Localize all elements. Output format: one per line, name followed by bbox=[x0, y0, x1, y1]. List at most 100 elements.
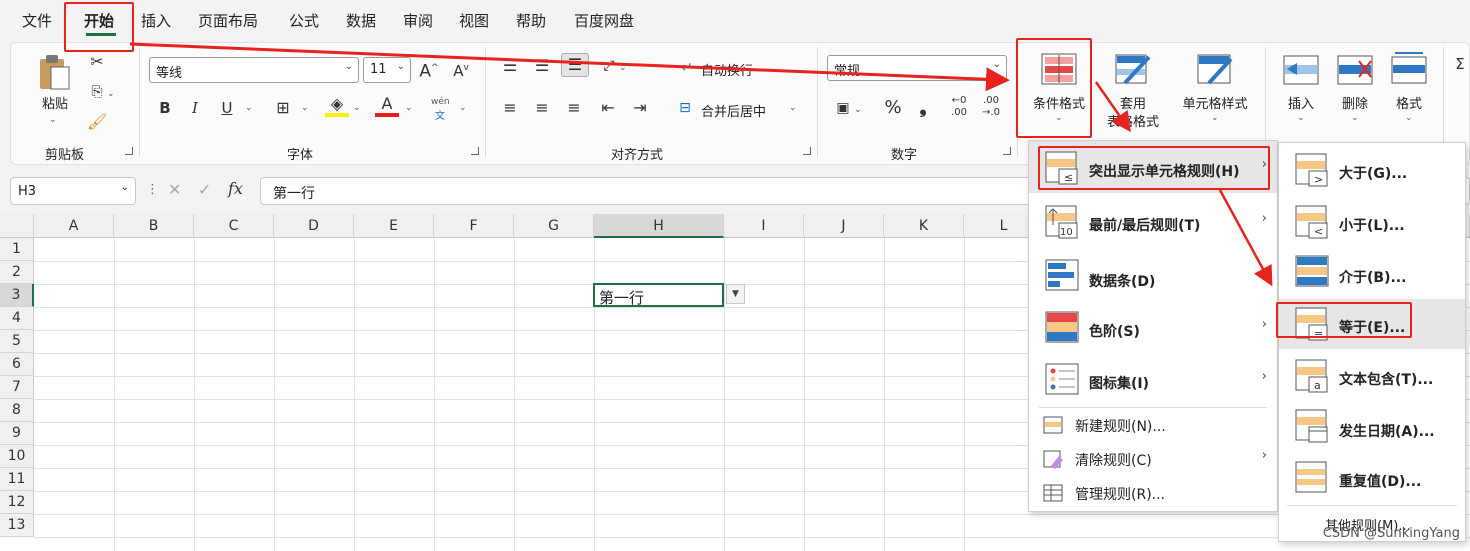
align-left-icon[interactable]: ≡ bbox=[499, 97, 521, 121]
cell-styles-button[interactable]: 单元格样式 bbox=[1175, 93, 1255, 112]
name-box[interactable]: H3 ⌄ bbox=[10, 177, 136, 205]
row-header[interactable]: 7 bbox=[0, 376, 34, 399]
comma-style-button[interactable]: ❟ bbox=[913, 97, 933, 121]
cell-styles-icon[interactable] bbox=[1197, 53, 1233, 87]
menu-item-new-rule[interactable]: 新建规则(N)... bbox=[1029, 409, 1277, 443]
underline-button[interactable]: U bbox=[217, 97, 237, 121]
font-launcher-icon[interactable] bbox=[471, 147, 479, 155]
tab-baidu-netdisk[interactable]: 百度网盘 bbox=[574, 10, 634, 31]
cancel-icon[interactable]: ✕ bbox=[168, 180, 181, 199]
orientation-icon[interactable]: ⤢ ⌄ bbox=[595, 55, 635, 79]
cell-styles-dropdown-icon[interactable]: ⌄ bbox=[1211, 113, 1219, 123]
column-header[interactable]: H bbox=[594, 214, 724, 238]
delete-cells-button[interactable]: 删除 bbox=[1335, 93, 1375, 112]
increase-indent-icon[interactable]: ⇥ bbox=[629, 97, 651, 121]
percent-style-button[interactable]: % bbox=[881, 97, 905, 121]
more-options-icon[interactable]: ⋮ bbox=[146, 182, 159, 197]
column-header[interactable]: I bbox=[724, 214, 804, 238]
phonetic-icon[interactable]: wén bbox=[431, 97, 450, 107]
tab-formulas[interactable]: 公式 bbox=[289, 10, 319, 31]
paste-icon[interactable] bbox=[37, 53, 71, 91]
column-header[interactable]: A bbox=[34, 214, 114, 238]
underline-dropdown-icon[interactable]: ⌄ bbox=[245, 97, 253, 121]
tab-file[interactable]: 文件 bbox=[22, 10, 52, 31]
enter-icon[interactable]: ✓ bbox=[198, 180, 211, 199]
format-dropdown-icon[interactable]: ⌄ bbox=[1405, 113, 1413, 123]
tab-view[interactable]: 视图 bbox=[459, 10, 489, 31]
row-header[interactable]: 8 bbox=[0, 399, 34, 422]
tab-review[interactable]: 审阅 bbox=[403, 10, 433, 31]
increase-decimal-icon[interactable]: ←0.00 bbox=[945, 95, 973, 119]
column-header[interactable]: C bbox=[194, 214, 274, 238]
select-all-corner[interactable] bbox=[0, 214, 34, 238]
tab-insert[interactable]: 插入 bbox=[141, 10, 171, 31]
row-header[interactable]: 1 bbox=[0, 238, 34, 261]
insert-cells-button[interactable]: 插入 bbox=[1281, 93, 1321, 112]
phonetic-dropdown-icon[interactable]: ⌄ bbox=[459, 97, 467, 121]
menu-item-manage-rules[interactable]: 管理规则(R)... bbox=[1029, 477, 1277, 511]
format-cells-button[interactable]: 格式 bbox=[1389, 93, 1429, 112]
row-header[interactable]: 5 bbox=[0, 330, 34, 353]
row-header[interactable]: 2 bbox=[0, 261, 34, 284]
autosum-icon[interactable]: Σ bbox=[1451, 53, 1469, 77]
font-color-icon[interactable]: A bbox=[375, 93, 399, 117]
submenu-item-less-than[interactable]: < 小于(L)... bbox=[1279, 197, 1465, 247]
column-header[interactable]: J bbox=[804, 214, 884, 238]
decrease-indent-icon[interactable]: ⇤ bbox=[597, 97, 619, 121]
align-bottom-icon[interactable]: ☰ bbox=[561, 53, 589, 77]
insert-cells-icon[interactable] bbox=[1283, 55, 1319, 85]
row-header[interactable]: 12 bbox=[0, 491, 34, 514]
increase-font-icon[interactable]: A^ bbox=[417, 57, 441, 82]
align-right-icon[interactable]: ≡ bbox=[563, 97, 585, 121]
number-format-select[interactable]: 常规 ⌄ bbox=[827, 55, 1007, 81]
format-as-table-icon[interactable] bbox=[1115, 53, 1151, 87]
cut-icon[interactable]: ✂ bbox=[85, 51, 109, 75]
column-header[interactable]: K bbox=[884, 214, 964, 238]
column-header[interactable]: E bbox=[354, 214, 434, 238]
row-header[interactable]: 6 bbox=[0, 353, 34, 376]
cell-dropdown-icon[interactable]: ▼ bbox=[726, 284, 745, 304]
wrap-text-button[interactable]: 自动换行 bbox=[701, 60, 753, 79]
alignment-launcher-icon[interactable] bbox=[803, 147, 811, 155]
menu-item-clear-rules[interactable]: 清除规则(C) › bbox=[1029, 443, 1277, 477]
row-header[interactable]: 9 bbox=[0, 422, 34, 445]
delete-dropdown-icon[interactable]: ⌄ bbox=[1351, 113, 1359, 123]
wrap-text-icon[interactable]: ↵ bbox=[677, 57, 697, 81]
active-cell-h3[interactable]: 第一行 bbox=[593, 283, 724, 307]
align-top-icon[interactable]: ☰ bbox=[499, 55, 521, 79]
row-header[interactable]: 3 bbox=[0, 284, 34, 307]
align-center-icon[interactable]: ≡ bbox=[531, 97, 553, 121]
format-as-table-line1[interactable]: 套用 bbox=[1111, 93, 1155, 112]
copy-icon[interactable]: ⎘ ⌄ bbox=[83, 81, 123, 105]
row-header[interactable]: 4 bbox=[0, 307, 34, 330]
tab-data[interactable]: 数据 bbox=[346, 10, 376, 31]
submenu-item-duplicate-values[interactable]: 重复值(D)... bbox=[1279, 453, 1465, 503]
fill-color-icon[interactable]: ◈ bbox=[325, 93, 349, 117]
menu-item-top-bottom-rules[interactable]: 10 最前/最后规则(T) › bbox=[1029, 197, 1277, 247]
merge-center-icon[interactable]: ⊟ bbox=[675, 97, 695, 121]
row-header[interactable]: 10 bbox=[0, 445, 34, 468]
column-header[interactable]: D bbox=[274, 214, 354, 238]
border-dropdown-icon[interactable]: ⌄ bbox=[301, 97, 309, 121]
format-as-table-button[interactable]: 表格格式 bbox=[1095, 111, 1171, 130]
menu-item-icon-sets[interactable]: 图标集(I) › bbox=[1029, 355, 1277, 405]
border-icon[interactable]: ⊞ bbox=[271, 97, 295, 121]
align-middle-icon[interactable]: ☰ bbox=[531, 55, 553, 79]
number-launcher-icon[interactable] bbox=[1003, 147, 1011, 155]
clipboard-launcher-icon[interactable] bbox=[125, 147, 133, 155]
font-size-select[interactable]: 11 ⌄ bbox=[363, 57, 411, 83]
accounting-format-icon[interactable]: ▣ ⌄ bbox=[829, 97, 869, 121]
submenu-item-date-occurring[interactable]: 发生日期(A)... bbox=[1279, 401, 1465, 453]
submenu-item-between[interactable]: 介于(B)... bbox=[1279, 247, 1465, 299]
italic-button[interactable]: I bbox=[185, 97, 205, 121]
insert-function-button[interactable]: fx bbox=[228, 179, 243, 198]
tab-help[interactable]: 帮助 bbox=[516, 10, 546, 31]
submenu-item-text-contains[interactable]: a 文本包含(T)... bbox=[1279, 351, 1465, 401]
merge-center-button[interactable]: 合并后居中 bbox=[701, 101, 766, 120]
paste-dropdown-icon[interactable]: ⌄ bbox=[49, 115, 57, 125]
fill-color-dropdown-icon[interactable]: ⌄ bbox=[353, 97, 361, 121]
font-name-select[interactable]: 等线 ⌄ bbox=[149, 57, 359, 83]
insert-dropdown-icon[interactable]: ⌄ bbox=[1297, 113, 1305, 123]
merge-dropdown-icon[interactable]: ⌄ bbox=[789, 97, 797, 121]
column-header[interactable]: F bbox=[434, 214, 514, 238]
